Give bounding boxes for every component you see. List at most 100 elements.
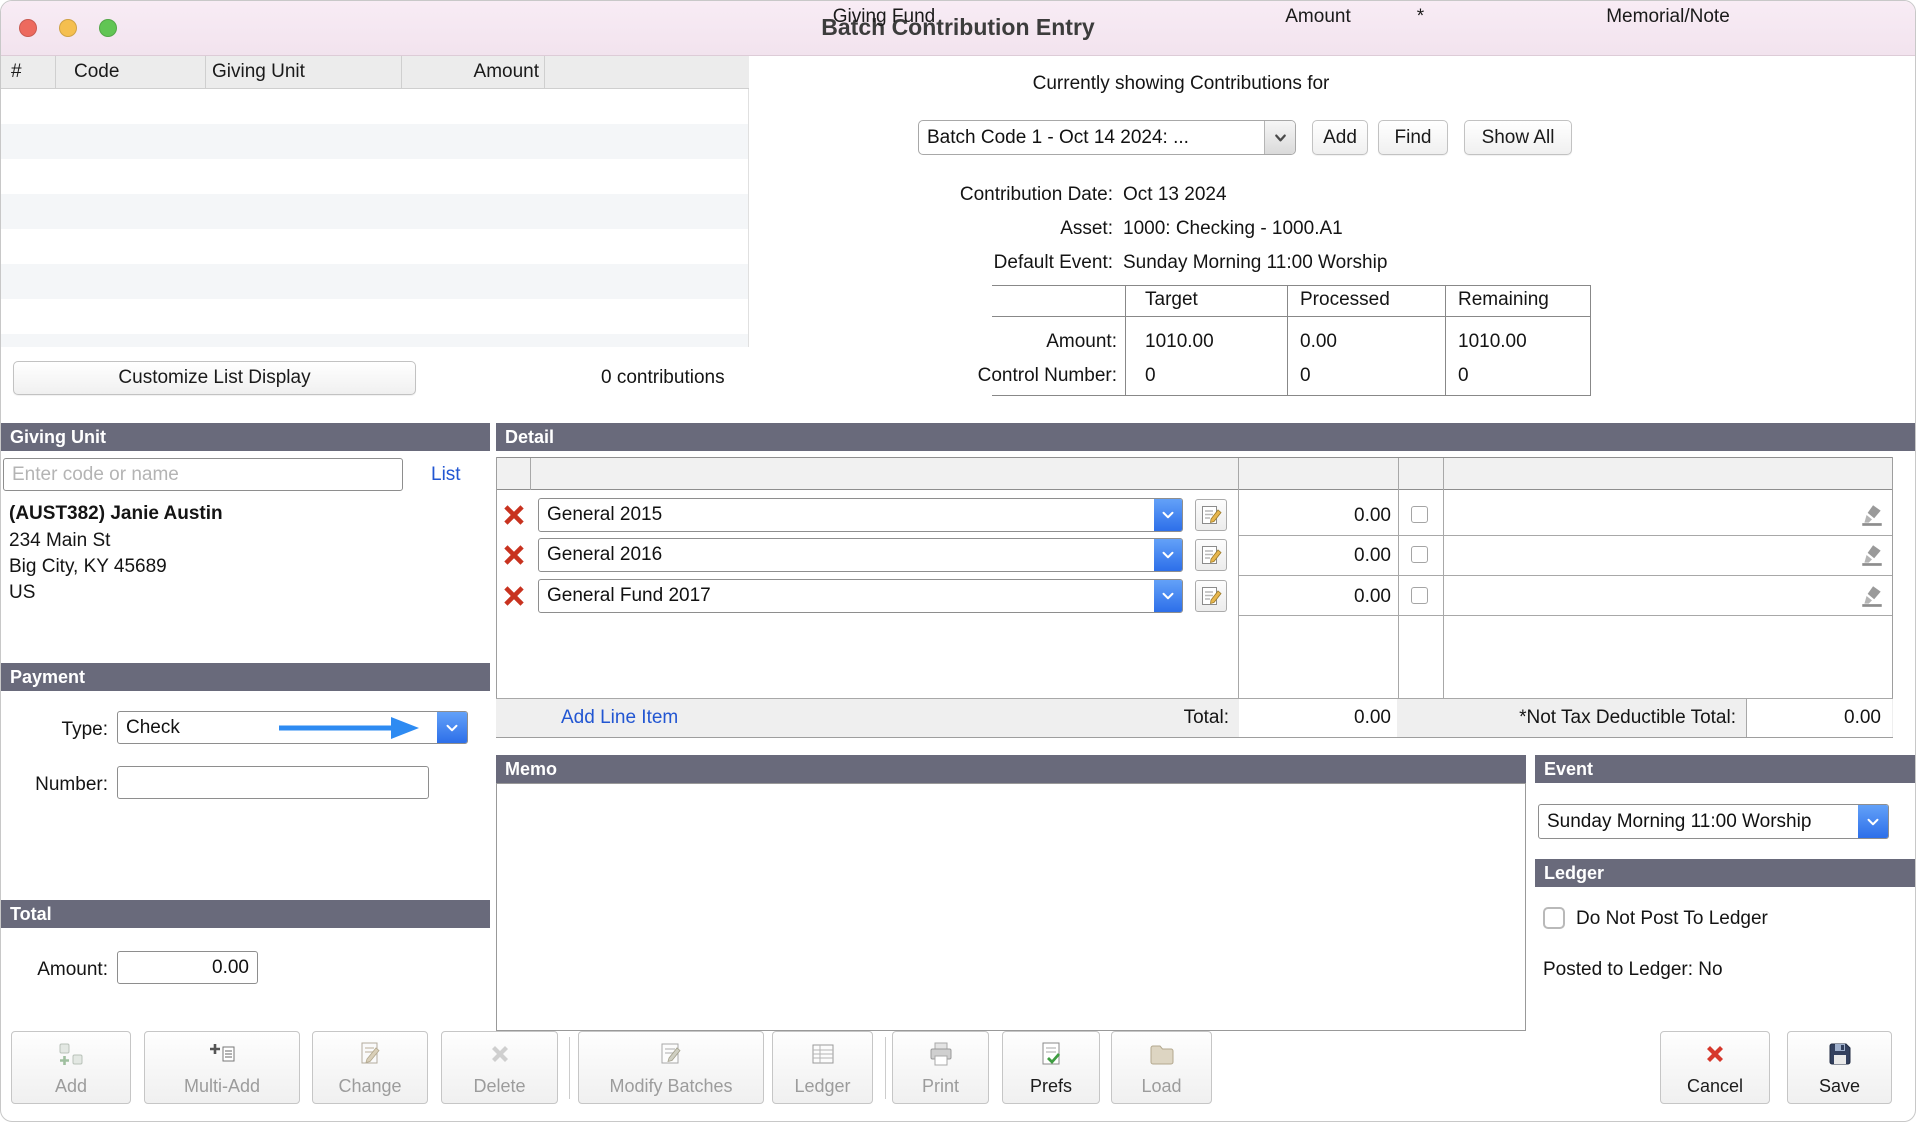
toolbar-button-label: Print bbox=[922, 1076, 959, 1096]
column-number[interactable]: # bbox=[1, 56, 56, 88]
event-select[interactable]: Sunday Morning 11:00 Worship bbox=[1538, 804, 1889, 839]
multi-add-icon bbox=[207, 1039, 237, 1074]
detail-total-value: 0.00 bbox=[1255, 705, 1391, 731]
giving-fund-value: General 2015 bbox=[539, 499, 1154, 531]
total-amount-input[interactable] bbox=[117, 951, 258, 984]
delete-line-icon[interactable] bbox=[500, 582, 528, 610]
toolbar-button-label: Cancel bbox=[1687, 1076, 1743, 1096]
toolbar-prefs-button[interactable]: Prefs bbox=[1002, 1031, 1100, 1104]
grid-line bbox=[1239, 575, 1892, 576]
column-spacer bbox=[545, 56, 749, 88]
save-icon bbox=[1825, 1039, 1855, 1074]
add-line-item-link[interactable]: Add Line Item bbox=[561, 705, 678, 731]
toolbar-load-button[interactable]: Load bbox=[1111, 1031, 1212, 1104]
giving-fund-select[interactable]: General 2015 bbox=[538, 498, 1183, 532]
memo-textarea[interactable] bbox=[496, 783, 1526, 1031]
toolbar-change-button[interactable]: Change bbox=[312, 1031, 428, 1104]
toolbar-button-label: Ledger bbox=[794, 1076, 850, 1096]
giving-fund-value: General 2016 bbox=[539, 539, 1154, 571]
ledger-icon bbox=[808, 1039, 838, 1074]
grid-line bbox=[992, 395, 1591, 396]
delete-icon bbox=[485, 1039, 515, 1074]
summary-col-processed: Processed bbox=[1300, 287, 1390, 313]
load-icon bbox=[1147, 1039, 1177, 1074]
batch-add-button[interactable]: Add bbox=[1312, 120, 1368, 155]
grid-line bbox=[1239, 535, 1892, 536]
toolbar-button-label: Delete bbox=[473, 1076, 525, 1096]
cancel-button[interactable]: Cancel bbox=[1660, 1031, 1770, 1104]
contribution-list-body[interactable] bbox=[1, 89, 749, 347]
line-amount-value[interactable]: 0.00 bbox=[1255, 543, 1391, 569]
toolbar-ledger-button[interactable]: Ledger bbox=[772, 1031, 873, 1104]
grid-line bbox=[1892, 457, 1893, 738]
not-tax-deductible-checkbox[interactable] bbox=[1411, 506, 1428, 523]
giving-unit-list-link[interactable]: List bbox=[431, 462, 461, 488]
toolbar-delete-button[interactable]: Delete bbox=[441, 1031, 558, 1104]
giving-unit-address-line3: US bbox=[9, 580, 35, 606]
toolbar-button-label: Prefs bbox=[1030, 1076, 1072, 1096]
chevron-down-icon bbox=[1154, 539, 1182, 571]
summary-control-target: 0 bbox=[1145, 363, 1156, 389]
giving-unit-name: (AUST382) Janie Austin bbox=[9, 501, 223, 527]
cancel-icon bbox=[1700, 1039, 1730, 1074]
chevron-down-icon bbox=[1858, 805, 1888, 838]
grid-line bbox=[1443, 458, 1444, 738]
toolbar-button-label: Load bbox=[1141, 1076, 1181, 1096]
contribution-date-value: Oct 13 2024 bbox=[1123, 182, 1227, 208]
payment-type-label: Type: bbox=[1, 717, 108, 743]
asset-value: 1000: Checking - 1000.A1 bbox=[1123, 216, 1343, 242]
toolbar-print-button[interactable]: Print bbox=[892, 1031, 989, 1104]
detail-col-memorial: Memorial/Note bbox=[1443, 4, 1893, 30]
ledger-section-header: Ledger bbox=[1535, 859, 1916, 887]
payment-number-input[interactable] bbox=[117, 766, 429, 799]
giving-fund-select[interactable]: General 2016 bbox=[538, 538, 1183, 572]
do-not-post-checkbox[interactable] bbox=[1543, 907, 1565, 929]
line-amount-value[interactable]: 0.00 bbox=[1255, 503, 1391, 529]
save-button[interactable]: Save bbox=[1787, 1031, 1892, 1104]
line-amount-value[interactable]: 0.00 bbox=[1255, 584, 1391, 610]
memorial-stamp-icon[interactable] bbox=[1859, 502, 1885, 528]
column-code[interactable]: Code bbox=[56, 56, 206, 88]
grid-line bbox=[1287, 285, 1288, 395]
detail-col-amount: Amount bbox=[1238, 4, 1398, 30]
memorial-stamp-icon[interactable] bbox=[1859, 583, 1885, 609]
batch-show-all-button[interactable]: Show All bbox=[1464, 120, 1572, 155]
customize-list-display-button[interactable]: Customize List Display bbox=[13, 361, 416, 395]
not-tax-deductible-checkbox[interactable] bbox=[1411, 546, 1428, 563]
batch-find-button[interactable]: Find bbox=[1378, 120, 1448, 155]
batch-contribution-entry-window: Batch Contribution Entry # Code Giving U… bbox=[0, 0, 1916, 1122]
toolbar-button-label: Save bbox=[1819, 1076, 1860, 1096]
toolbar-button-label: Modify Batches bbox=[609, 1076, 732, 1096]
giving-unit-address-line1: 234 Main St bbox=[9, 528, 110, 554]
delete-line-icon[interactable] bbox=[500, 541, 528, 569]
toolbar-add-button[interactable]: Add bbox=[11, 1031, 131, 1104]
giving-unit-search-input[interactable] bbox=[3, 458, 403, 491]
event-value: Sunday Morning 11:00 Worship bbox=[1539, 805, 1858, 838]
toolbar-multi-add-button[interactable]: Multi-Add bbox=[144, 1031, 300, 1104]
column-giving-unit[interactable]: Giving Unit bbox=[206, 56, 402, 88]
add-icon bbox=[56, 1039, 86, 1074]
toolbar-separator bbox=[569, 1037, 570, 1099]
edit-fund-icon[interactable] bbox=[1195, 539, 1227, 571]
grid-line bbox=[1398, 458, 1399, 738]
payment-section-header: Payment bbox=[1, 663, 490, 691]
summary-amount-label: Amount: bbox=[956, 329, 1117, 355]
toolbar-button-label: Add bbox=[55, 1076, 87, 1096]
delete-line-icon[interactable] bbox=[500, 501, 528, 529]
contribution-date-label: Contribution Date: bbox=[851, 182, 1113, 208]
column-amount[interactable]: Amount bbox=[402, 56, 545, 88]
detail-total-label: Total: bbox=[1029, 705, 1229, 731]
edit-fund-icon[interactable] bbox=[1195, 580, 1227, 612]
memorial-stamp-icon[interactable] bbox=[1859, 542, 1885, 568]
grid-line bbox=[496, 737, 1893, 738]
summary-amount-processed: 0.00 bbox=[1300, 329, 1337, 355]
prefs-icon bbox=[1036, 1039, 1066, 1074]
not-tax-deductible-checkbox[interactable] bbox=[1411, 587, 1428, 604]
toolbar-modify-batches-button[interactable]: Modify Batches bbox=[578, 1031, 764, 1104]
grid-line bbox=[1239, 615, 1892, 616]
edit-fund-icon[interactable] bbox=[1195, 499, 1227, 531]
summary-col-remaining: Remaining bbox=[1458, 287, 1549, 313]
batch-select[interactable]: Batch Code 1 - Oct 14 2024: ... bbox=[918, 120, 1296, 155]
grid-line bbox=[496, 457, 497, 738]
giving-fund-select[interactable]: General Fund 2017 bbox=[538, 579, 1183, 613]
